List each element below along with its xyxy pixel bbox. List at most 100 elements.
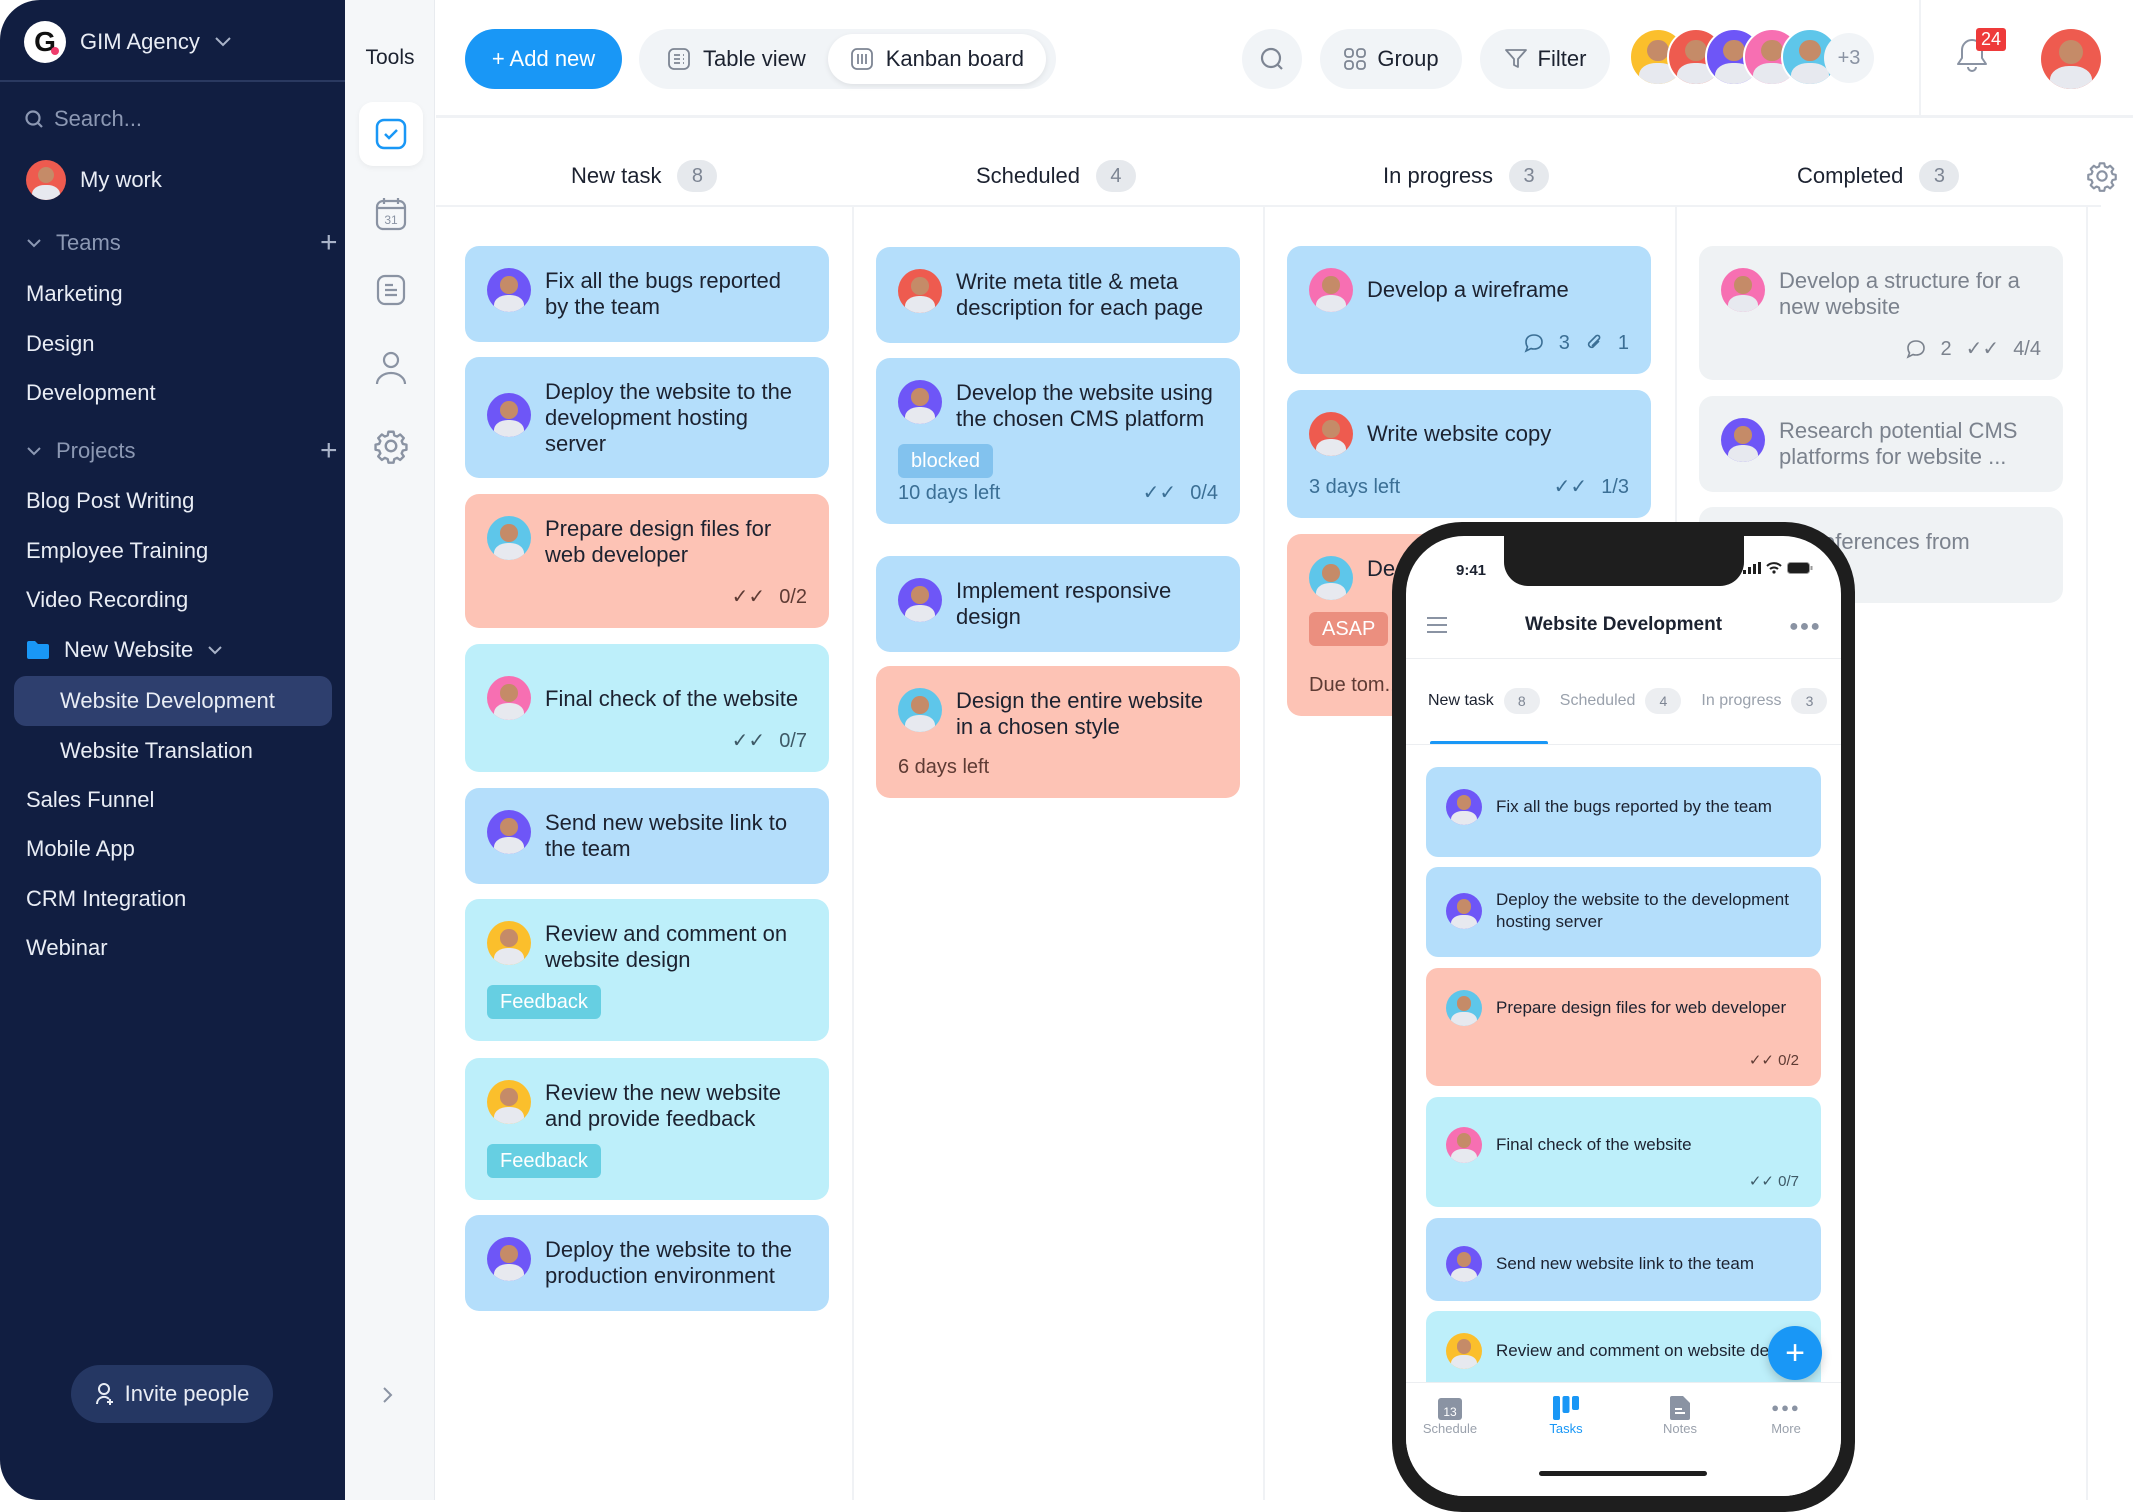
task-card[interactable]: Research potential CMS platforms for web… xyxy=(1699,396,2063,492)
task-title: Prepare design files for web developer xyxy=(545,516,772,567)
more-options-icon[interactable]: ●●● xyxy=(1789,618,1821,636)
assignee-avatar xyxy=(898,578,942,622)
assignee-avatar xyxy=(487,1080,531,1124)
sidebar-item-sales-funnel[interactable]: Sales Funnel xyxy=(26,787,154,813)
filter-button[interactable]: Filter xyxy=(1480,29,1610,89)
assignee-avatar xyxy=(898,688,942,732)
task-title: Write meta title & meta description for … xyxy=(956,269,1204,320)
task-card[interactable]: Develop a structure for a new website 2 … xyxy=(1699,246,2063,380)
task-card[interactable]: Review and comment on website design Fee… xyxy=(465,899,829,1041)
search-button[interactable] xyxy=(1242,29,1302,89)
tool-tasks[interactable] xyxy=(359,102,423,166)
phone-task-card[interactable]: Deploy the website to the development ho… xyxy=(1426,867,1821,957)
task-card[interactable]: Deploy the website to the development ho… xyxy=(465,357,829,478)
projects-section-toggle[interactable]: Projects + xyxy=(26,436,338,466)
sidebar-item-website-development[interactable]: Website Development xyxy=(60,688,275,714)
top-toolbar: + Add new Table view Kanban board Group … xyxy=(436,0,2133,118)
signal-icon xyxy=(1743,562,1761,574)
assignee-avatar xyxy=(1446,789,1482,825)
sidebar-item-development[interactable]: Development xyxy=(26,380,156,406)
sidebar-item-label: Mobile App xyxy=(26,836,135,861)
folder-new-website[interactable]: New Website xyxy=(26,637,223,663)
add-task-fab[interactable]: + xyxy=(1768,1326,1822,1380)
teams-section-toggle[interactable]: Teams + xyxy=(26,228,338,258)
board-settings-button[interactable] xyxy=(2086,160,2118,192)
task-card[interactable]: Develop the website using the chosen CMS… xyxy=(876,358,1240,524)
team-members[interactable] xyxy=(1629,28,1839,86)
task-card[interactable]: Send new website link to the team xyxy=(465,788,829,884)
folder-label: New Website xyxy=(64,637,194,662)
phone-task-card[interactable]: Prepare design files for web developer ✓✓… xyxy=(1426,968,1821,1086)
sidebar-item-blog-post-writing[interactable]: Blog Post Writing xyxy=(26,488,194,514)
sidebar-item-video-recording[interactable]: Video Recording xyxy=(26,587,188,613)
phone-task-card[interactable]: Send new website link to the team xyxy=(1426,1218,1821,1301)
chevron-down-icon xyxy=(27,239,41,248)
sidebar-item-mobile-app[interactable]: Mobile App xyxy=(26,836,135,862)
phone-task-card[interactable]: Fix all the bugs reported by the team xyxy=(1426,767,1821,857)
sidebar-item-employee-training[interactable]: Employee Training xyxy=(26,538,208,564)
task-title: Implement responsive design xyxy=(956,578,1172,629)
task-card[interactable]: Review the new website and provide feedb… xyxy=(465,1058,829,1200)
task-card[interactable]: Deploy the website to the production env… xyxy=(465,1215,829,1311)
phone-tab-scheduled[interactable]: Scheduled 4 xyxy=(1560,688,1682,714)
assignee-avatar xyxy=(1446,990,1482,1026)
tool-people[interactable] xyxy=(359,336,423,400)
nav-notes[interactable]: Notes xyxy=(1640,1395,1720,1436)
sidebar-item-webinar[interactable]: Webinar xyxy=(26,935,108,961)
task-card[interactable]: Prepare design files for web developer ✓… xyxy=(465,494,829,628)
add-new-button[interactable]: + Add new xyxy=(465,29,622,89)
phone-tab-new-task[interactable]: New task 8 xyxy=(1428,688,1540,714)
kanban-board-label: Kanban board xyxy=(885,46,1024,71)
nav-more[interactable]: ●●● More xyxy=(1746,1395,1826,1436)
group-label: Group xyxy=(1377,46,1439,71)
sidebar-item-crm-integration[interactable]: CRM Integration xyxy=(26,886,186,912)
tool-notes[interactable] xyxy=(359,258,423,322)
phone-screen: 9:41 Website Development ●●● New task 8 S… xyxy=(1406,536,1841,1496)
sidebar-item-website-translation[interactable]: Website Translation xyxy=(60,738,253,764)
sidebar-item-marketing[interactable]: Marketing xyxy=(26,281,123,307)
card-stats: 3 1 xyxy=(1523,330,1629,356)
tool-calendar[interactable]: 31 xyxy=(359,182,423,246)
phone-task-card[interactable]: Final check of the website ✓✓ 0/7 xyxy=(1426,1097,1821,1207)
task-title: Deploy the website to the development ho… xyxy=(1496,890,1789,931)
more-members-button[interactable]: +3 xyxy=(1824,33,1874,83)
add-team-icon[interactable]: + xyxy=(320,228,338,258)
my-work-link[interactable]: My work xyxy=(26,160,162,200)
tool-settings[interactable] xyxy=(359,414,423,478)
search-input[interactable]: Search... xyxy=(24,106,142,132)
sidebar-item-label: CRM Integration xyxy=(26,886,187,911)
add-project-icon[interactable]: + xyxy=(320,436,338,466)
workspace-switcher[interactable]: G GIM Agency xyxy=(24,20,232,64)
task-card[interactable]: Implement responsive design xyxy=(876,556,1240,652)
phone-tab-in-progress[interactable]: In progress 3 xyxy=(1701,688,1828,714)
task-title: Prepare design files for web developer xyxy=(1496,998,1787,1017)
task-card[interactable]: Write website copy 3 days left ✓✓ 1/3 xyxy=(1287,390,1651,518)
comment-count: 3 xyxy=(1558,332,1570,354)
invite-people-button[interactable]: Invite people xyxy=(71,1365,273,1423)
due-date: 6 days left xyxy=(898,756,990,778)
divider xyxy=(0,80,345,82)
task-card[interactable]: Write meta title & meta description for … xyxy=(876,247,1240,343)
assignee-avatar xyxy=(487,810,531,854)
comment-icon xyxy=(1523,332,1545,354)
nav-tasks[interactable]: Tasks xyxy=(1526,1395,1606,1436)
group-button[interactable]: Group xyxy=(1320,29,1462,89)
user-avatar[interactable] xyxy=(2041,29,2101,89)
add-user-icon xyxy=(95,1383,113,1405)
column-count: 4 xyxy=(1095,160,1136,192)
sidebar-item-design[interactable]: Design xyxy=(26,331,94,357)
expand-chevron-icon[interactable] xyxy=(381,1385,395,1405)
nav-schedule[interactable]: 13 Schedule xyxy=(1410,1395,1490,1436)
table-view-button[interactable]: Table view xyxy=(645,34,828,84)
more-icon: ●●● xyxy=(1771,1400,1801,1415)
task-card[interactable]: Design the entire website in a chosen st… xyxy=(876,666,1240,798)
table-view-label: Table view xyxy=(703,46,806,71)
task-card[interactable]: Develop a wireframe 3 1 xyxy=(1287,246,1651,374)
kanban-board-button[interactable]: Kanban board xyxy=(827,34,1046,84)
task-card[interactable]: Fix all the bugs reported by the team xyxy=(465,246,829,342)
kanban-icon xyxy=(1553,1396,1579,1420)
attachment-icon xyxy=(1584,332,1604,354)
task-title: Final check of the website xyxy=(1496,1135,1692,1154)
task-title: Deploy the website to the production env… xyxy=(545,1237,793,1288)
task-card[interactable]: Final check of the website ✓✓ 0/7 xyxy=(465,644,829,772)
